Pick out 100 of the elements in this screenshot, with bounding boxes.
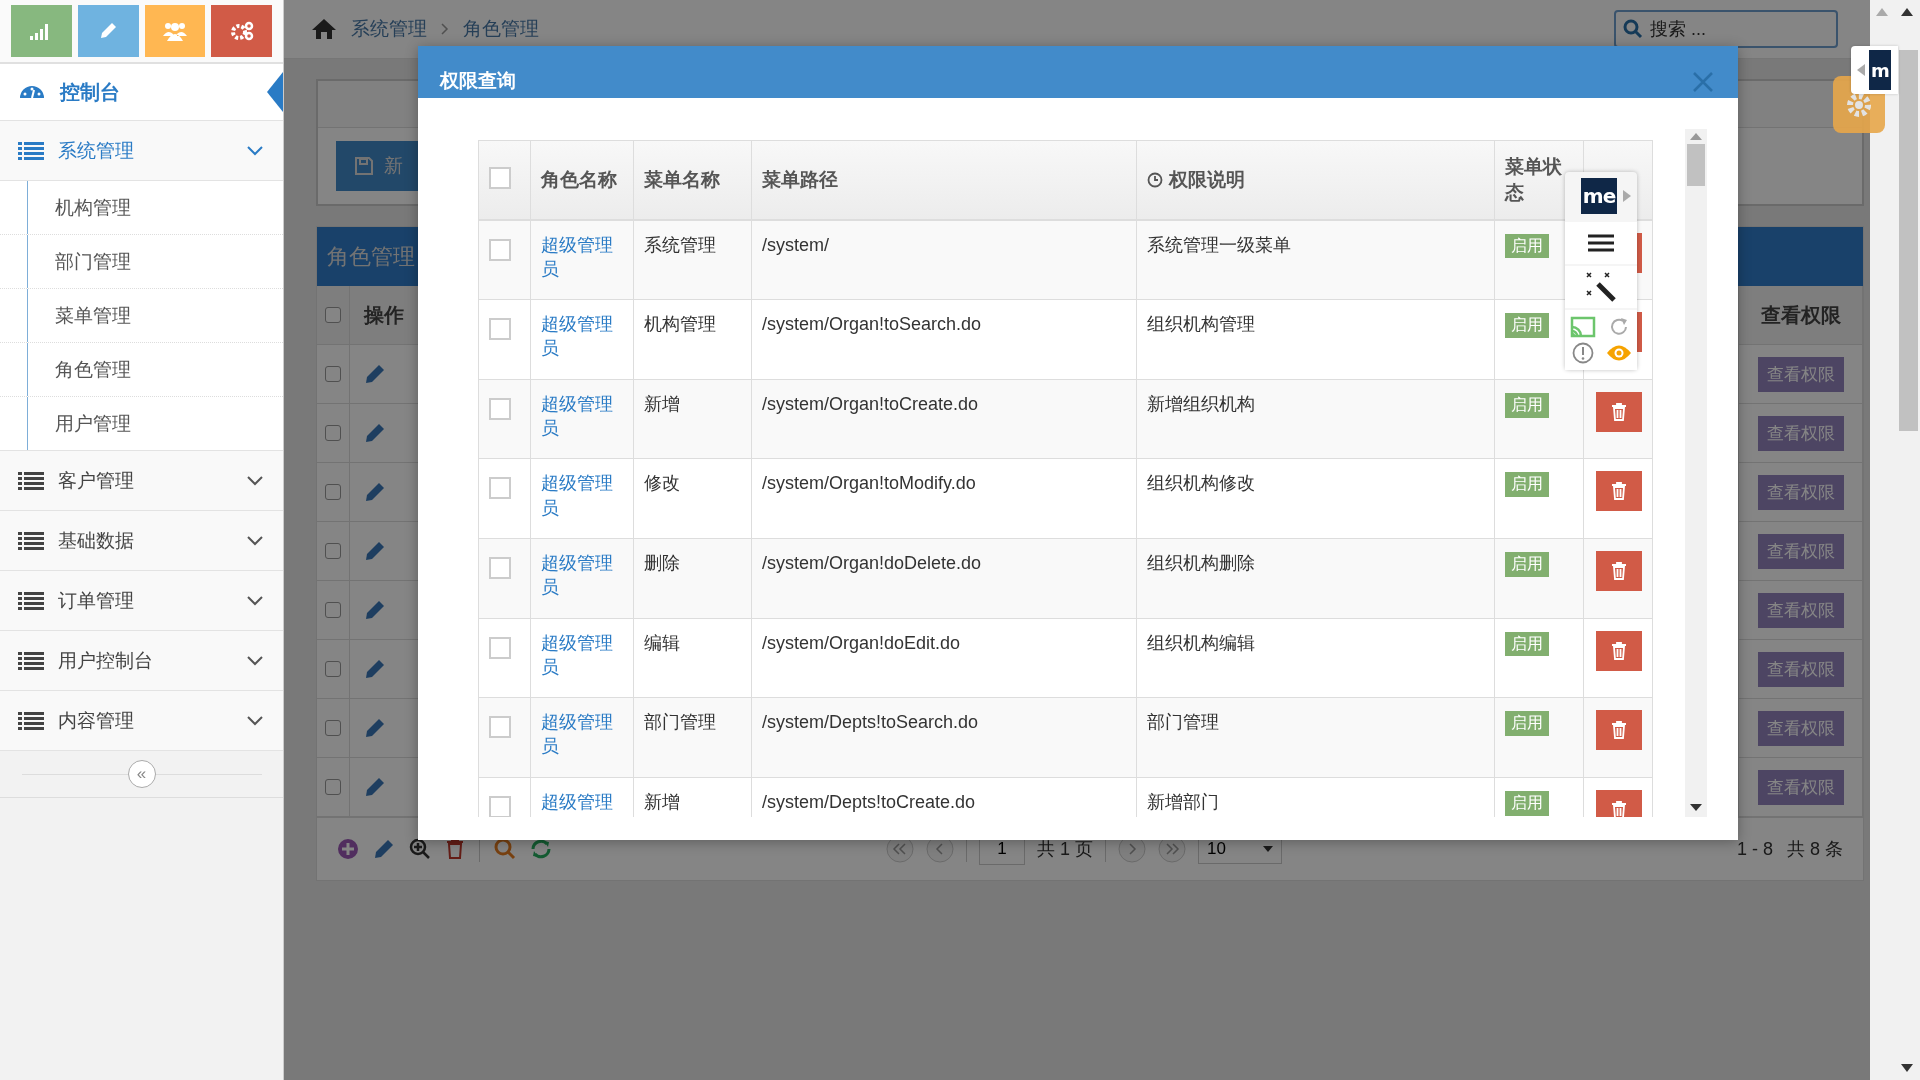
pencil-icon[interactable]: [364, 540, 386, 562]
search-icon[interactable]: [494, 838, 516, 860]
list-icon: [18, 590, 44, 611]
menu-icon[interactable]: [1587, 233, 1615, 253]
scroll-down-icon[interactable]: [1901, 1064, 1913, 1072]
checkbox[interactable]: [489, 167, 511, 189]
role-link[interactable]: 超级管理员: [541, 232, 623, 282]
table-cell: 新增组织机构: [1147, 393, 1255, 414]
delete-button[interactable]: [1596, 550, 1642, 591]
chevron-down-icon: [247, 145, 263, 156]
breadcrumb-link[interactable]: 系统管理: [351, 16, 427, 42]
cast-icon[interactable]: [1570, 316, 1596, 338]
column-header: 菜单路径: [752, 141, 1137, 219]
scrollbar[interactable]: [1685, 129, 1707, 817]
alert-icon[interactable]: [1572, 342, 1594, 364]
zoom-in-icon[interactable]: [409, 838, 431, 860]
view-permissions-button[interactable]: 查看权限: [1757, 356, 1844, 392]
table-cell: 新增: [644, 393, 680, 414]
sidebar-group[interactable]: 系统管理: [0, 121, 283, 181]
role-link[interactable]: 超级管理员: [541, 471, 623, 520]
view-permissions-button[interactable]: 查看权限: [1757, 474, 1844, 510]
scrollbar-thumb[interactable]: [1899, 50, 1918, 431]
sidebar-subitem[interactable]: 角色管理: [0, 343, 283, 397]
checkbox[interactable]: [325, 425, 341, 441]
role-link[interactable]: 超级管理员: [541, 550, 623, 600]
checkbox[interactable]: [325, 602, 341, 618]
role-link[interactable]: 超级管理: [541, 789, 623, 815]
search-field[interactable]: 搜索 ...: [1614, 10, 1838, 48]
sidebar-group[interactable]: 基础数据: [0, 511, 283, 571]
list-icon: [18, 650, 44, 671]
pencil-icon[interactable]: [364, 363, 386, 385]
sidebar-subitem[interactable]: 机构管理: [0, 181, 283, 235]
checkbox[interactable]: [325, 720, 341, 736]
scroll-down-icon[interactable]: [1690, 804, 1702, 811]
table-cell: 编辑: [644, 632, 680, 653]
checkbox[interactable]: [325, 661, 341, 677]
pencil-icon[interactable]: [364, 776, 386, 798]
checkbox[interactable]: [325, 779, 341, 795]
delete-button[interactable]: [1596, 789, 1642, 817]
shortcut-button[interactable]: [144, 5, 206, 57]
checkbox[interactable]: [489, 716, 511, 739]
view-permissions-button[interactable]: 查看权限: [1757, 651, 1844, 687]
magic-wand-icon[interactable]: [1585, 271, 1617, 303]
dashboard-nav-item[interactable]: 控制台: [0, 64, 283, 121]
checkbox[interactable]: [489, 556, 511, 579]
checkbox[interactable]: [325, 543, 341, 559]
sidebar-subitem[interactable]: 部门管理: [0, 235, 283, 289]
pencil-icon[interactable]: [364, 658, 386, 680]
delete-button[interactable]: [1596, 391, 1642, 432]
view-permissions-button[interactable]: 查看权限: [1757, 415, 1844, 451]
role-link[interactable]: 超级管理员: [541, 630, 623, 680]
checkbox[interactable]: [325, 307, 341, 323]
pencil-icon[interactable]: [364, 422, 386, 444]
collapse-button[interactable]: «: [127, 760, 156, 788]
page-count: 共 1 页: [1037, 838, 1093, 861]
pencil-icon[interactable]: [373, 838, 395, 860]
status-badge: 启用: [1505, 313, 1549, 338]
table-cell: /system/Depts!toSearch.do: [762, 712, 979, 733]
checkbox[interactable]: [489, 636, 511, 659]
table-cell: 部门管理: [644, 712, 716, 733]
extension-tab[interactable]: m: [1851, 46, 1898, 94]
shortcut-button[interactable]: [11, 5, 72, 57]
shortcut-button[interactable]: [77, 5, 139, 57]
table-cell: 组织机构管理: [1147, 314, 1255, 335]
status-badge: 启用: [1505, 551, 1549, 577]
chevron-down-icon: [247, 595, 263, 606]
eye-icon[interactable]: [1606, 344, 1632, 362]
view-permissions-button[interactable]: 查看权限: [1757, 533, 1844, 569]
delete-button[interactable]: [1596, 710, 1642, 751]
checkbox[interactable]: [325, 484, 341, 500]
sidebar-group[interactable]: 客户管理: [0, 451, 283, 511]
refresh-icon[interactable]: [530, 838, 552, 860]
scroll-up-icon[interactable]: [1901, 8, 1913, 16]
role-link[interactable]: 超级管理员: [541, 710, 623, 759]
shortcut-button[interactable]: [211, 5, 272, 57]
delete-button[interactable]: [1596, 471, 1642, 512]
checkbox[interactable]: [489, 318, 511, 341]
checkbox[interactable]: [489, 795, 511, 817]
scrollbar-thumb[interactable]: [1687, 144, 1705, 186]
sidebar-group[interactable]: 内容管理: [0, 691, 283, 751]
sidebar-subitem[interactable]: 菜单管理: [0, 289, 283, 343]
checkbox[interactable]: [489, 477, 511, 500]
checkbox[interactable]: [489, 238, 511, 261]
role-link[interactable]: 超级管理员: [541, 312, 623, 361]
checkbox[interactable]: [325, 366, 341, 382]
add-icon[interactable]: [337, 838, 359, 860]
pencil-icon[interactable]: [364, 717, 386, 739]
view-permissions-button[interactable]: 查看权限: [1757, 592, 1844, 628]
breadcrumb-link[interactable]: 角色管理: [463, 16, 539, 42]
trash-icon[interactable]: [445, 838, 465, 860]
pencil-icon[interactable]: [364, 599, 386, 621]
sidebar-group[interactable]: 订单管理: [0, 571, 283, 631]
sidebar-group[interactable]: 用户控制台: [0, 631, 283, 691]
pencil-icon[interactable]: [364, 481, 386, 503]
checkbox[interactable]: [489, 397, 511, 420]
view-permissions-button[interactable]: 查看权限: [1757, 769, 1844, 805]
role-link[interactable]: 超级管理员: [541, 391, 623, 441]
caret-right-icon[interactable]: [1623, 190, 1631, 202]
delete-button[interactable]: [1596, 630, 1642, 671]
view-permissions-button[interactable]: 查看权限: [1757, 710, 1844, 746]
